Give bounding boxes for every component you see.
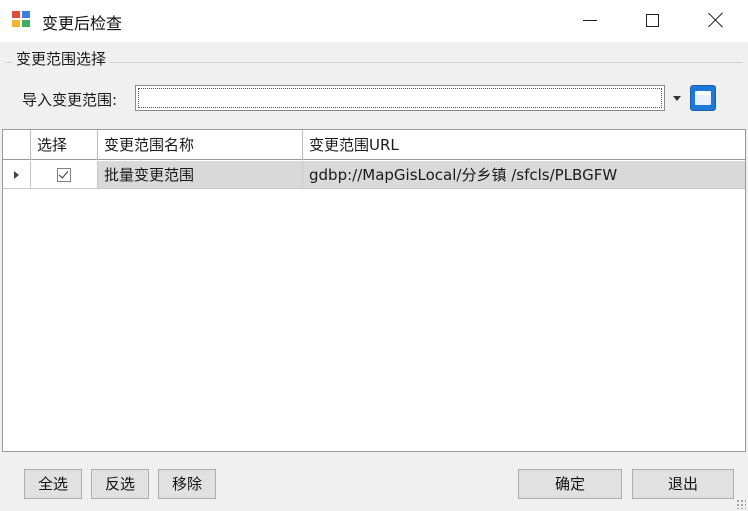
column-header-select[interactable]: 选择 (31, 130, 98, 160)
title-bar: 变更后检查 (0, 0, 748, 42)
row-header[interactable] (3, 161, 31, 189)
header-corner (3, 130, 31, 160)
select-cell[interactable] (31, 161, 98, 189)
group-caption: 变更范围选择 (12, 48, 111, 69)
row-checkbox[interactable] (57, 167, 71, 182)
import-range-dropdown-button[interactable] (667, 85, 687, 111)
exit-button[interactable]: 退出 (632, 469, 734, 499)
range-grid[interactable]: 选择 变更范围名称 变更范围URL 批量变更范围 gdbp://MapGisLo… (2, 129, 746, 452)
grid-header: 选择 变更范围名称 变更范围URL (3, 130, 745, 160)
current-row-arrow-icon (14, 170, 19, 179)
select-all-button[interactable]: 全选 (24, 469, 82, 499)
invert-selection-button[interactable]: 反选 (91, 469, 149, 499)
resize-grip-icon[interactable] (736, 499, 746, 509)
remove-button[interactable]: 移除 (158, 469, 216, 499)
ok-button[interactable]: 确定 (518, 469, 622, 499)
column-header-name[interactable]: 变更范围名称 (98, 130, 303, 160)
close-icon (708, 12, 724, 28)
column-header-url[interactable]: 变更范围URL (303, 130, 745, 160)
window-title: 变更后检查 (42, 14, 123, 33)
checkmark-icon (58, 167, 69, 179)
app-window-icon (12, 11, 32, 29)
import-range-label: 导入变更范围: (22, 91, 118, 109)
button-bar: 全选 反选 移除 确定 退出 (0, 457, 748, 511)
maximize-button[interactable] (622, 0, 682, 40)
minimize-icon (583, 19, 597, 21)
chevron-down-icon (673, 95, 681, 101)
range-url-cell[interactable]: gdbp://MapGisLocal/分乡镇 /sfcls/PLBGFW (303, 161, 745, 189)
combobox-focus-rect (138, 88, 662, 108)
table-row[interactable]: 批量变更范围 gdbp://MapGisLocal/分乡镇 /sfcls/PLB… (3, 161, 745, 189)
minimize-button[interactable] (560, 0, 620, 40)
browse-file-button[interactable] (690, 85, 716, 111)
dialog-body: 变更范围选择 导入变更范围: 选择 变更范围名称 变更范围URL 批量变更范围 … (0, 42, 748, 511)
close-button[interactable] (686, 0, 746, 40)
range-name-cell[interactable]: 批量变更范围 (98, 161, 303, 189)
open-file-icon (695, 91, 711, 105)
import-range-combobox[interactable] (135, 85, 665, 111)
maximize-icon (645, 13, 659, 27)
